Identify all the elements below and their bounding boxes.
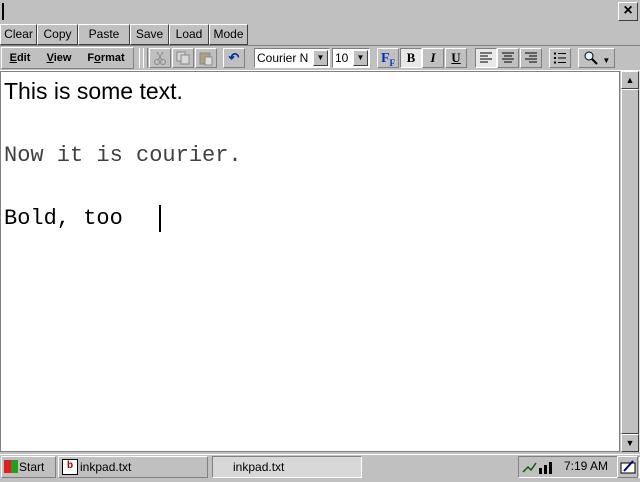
start-label: Start bbox=[19, 460, 45, 474]
copy-toolbar-button[interactable] bbox=[172, 48, 194, 68]
paste-button[interactable]: Paste bbox=[78, 24, 130, 45]
bold-button[interactable]: B bbox=[400, 48, 422, 68]
document-area[interactable] bbox=[0, 71, 620, 452]
align-right-icon bbox=[525, 52, 537, 63]
bullets-icon bbox=[554, 52, 566, 64]
load-button[interactable]: Load bbox=[169, 24, 209, 45]
menu-edit[interactable]: Edit bbox=[4, 50, 36, 66]
copy-button[interactable]: Copy bbox=[37, 24, 78, 45]
chevron-down-icon: ▼ bbox=[602, 56, 611, 65]
close-icon: × bbox=[623, 2, 633, 19]
align-right-button[interactable] bbox=[520, 48, 542, 68]
chevron-down-icon[interactable]: ▼ bbox=[353, 50, 368, 66]
network-tray-button[interactable] bbox=[521, 456, 557, 478]
zoom-button[interactable]: ▼ bbox=[578, 48, 615, 68]
menu-format[interactable]: Format bbox=[82, 50, 130, 66]
text-caret-icon bbox=[2, 3, 4, 20]
paste-icon bbox=[199, 52, 213, 66]
scroll-down-icon: ▼ bbox=[625, 438, 635, 448]
underline-button[interactable]: U bbox=[445, 48, 467, 68]
document-line[interactable]: Bold, too bbox=[4, 206, 123, 231]
start-icon bbox=[4, 460, 18, 474]
align-center-button[interactable] bbox=[497, 48, 519, 68]
align-center-icon bbox=[502, 52, 514, 63]
input-panel-icon bbox=[620, 460, 636, 474]
text-caret bbox=[159, 205, 161, 232]
title-bar bbox=[0, 0, 640, 24]
bullets-button[interactable] bbox=[549, 48, 571, 68]
inkpad-icon: b bbox=[62, 458, 78, 475]
align-left-button[interactable] bbox=[475, 48, 497, 68]
undo-icon: ↶ bbox=[228, 50, 240, 65]
close-button[interactable]: × bbox=[618, 2, 638, 21]
clear-button[interactable]: Clear bbox=[0, 24, 37, 45]
undo-button[interactable]: ↶ bbox=[223, 48, 245, 68]
cut-icon bbox=[154, 51, 166, 65]
input-panel-button[interactable] bbox=[617, 456, 638, 478]
tray-clock[interactable]: 7:19 AM bbox=[560, 456, 612, 478]
cut-button[interactable] bbox=[149, 48, 171, 68]
chevron-down-icon[interactable]: ▼ bbox=[313, 50, 328, 66]
paste-toolbar-button[interactable] bbox=[195, 48, 217, 68]
font-size-select[interactable]: 10 ▼ bbox=[332, 48, 370, 68]
font-name-value: Courier N bbox=[257, 51, 309, 65]
font-name-select[interactable]: Courier N ▼ bbox=[254, 48, 330, 68]
taskbar-item-label: inkpad.txt bbox=[80, 460, 132, 474]
scroll-up-icon: ▲ bbox=[625, 75, 635, 85]
scroll-up-button[interactable]: ▲ bbox=[621, 71, 639, 89]
font-size-value: 10 bbox=[335, 51, 349, 65]
toolbar-grip[interactable] bbox=[143, 48, 148, 68]
mode-button[interactable]: Mode bbox=[209, 24, 248, 45]
copy-icon bbox=[176, 51, 190, 65]
taskbar-item-label: inkpad.txt bbox=[233, 460, 285, 474]
menu-view[interactable]: View bbox=[40, 50, 78, 66]
font-icon: FF bbox=[380, 51, 396, 68]
document-line[interactable]: Now it is courier. bbox=[4, 143, 242, 168]
document-line[interactable]: This is some text. bbox=[4, 78, 183, 105]
save-button[interactable]: Save bbox=[130, 24, 169, 45]
taskbar-item-active[interactable]: inkpad.txt bbox=[212, 456, 362, 478]
align-left-icon bbox=[480, 52, 492, 63]
start-button[interactable]: Start bbox=[1, 456, 56, 478]
italic-button[interactable]: I bbox=[422, 48, 444, 68]
scroll-thumb[interactable] bbox=[621, 89, 639, 434]
font-button[interactable]: FF bbox=[377, 48, 399, 68]
taskbar-item-inkpad[interactable]: b inkpad.txt bbox=[58, 456, 208, 478]
zoom-icon bbox=[584, 51, 598, 65]
network-icon bbox=[522, 462, 552, 474]
scroll-down-button[interactable]: ▼ bbox=[621, 434, 639, 452]
